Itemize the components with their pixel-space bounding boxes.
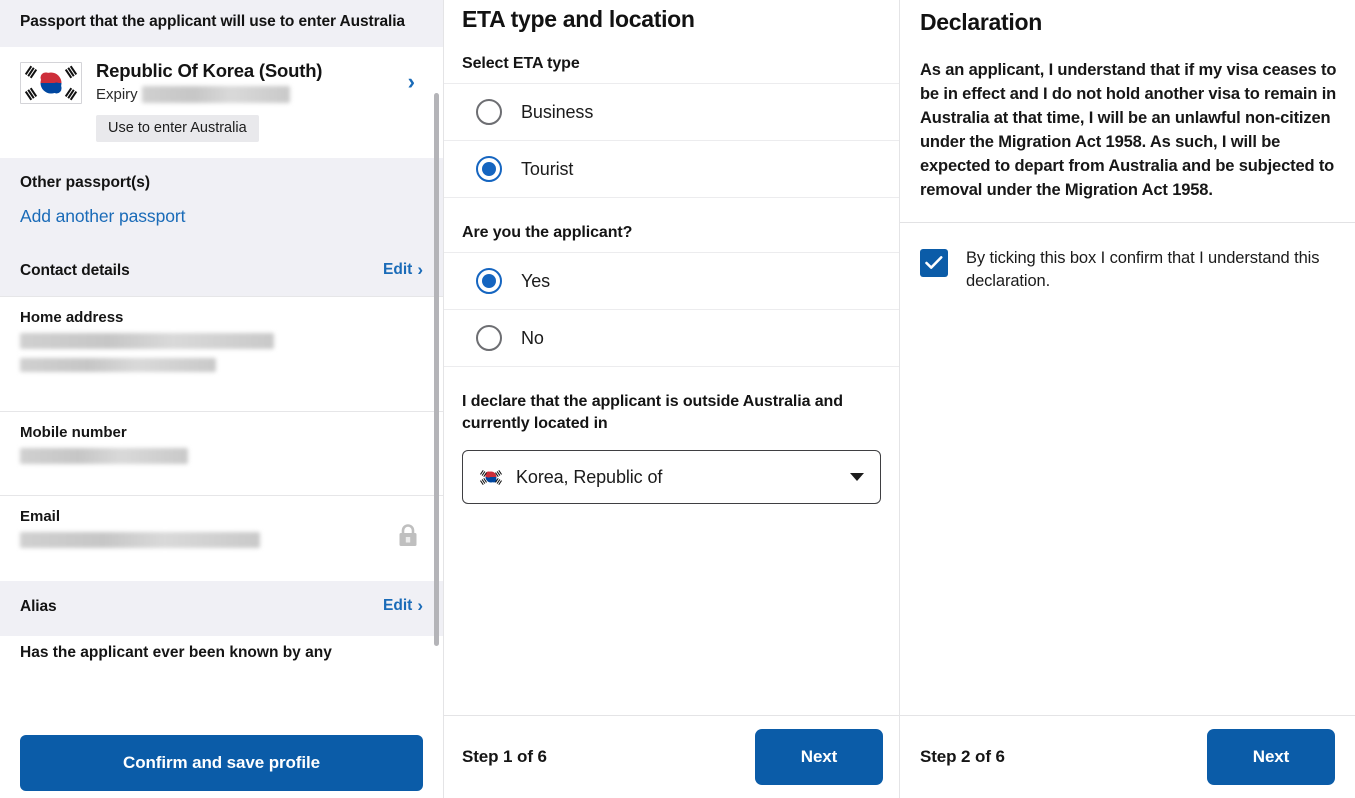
location-select[interactable]: Korea, Republic of [462,450,881,505]
add-another-passport-link[interactable]: Add another passport [20,206,185,226]
radio-label: Yes [521,270,551,291]
passport-country-label: Republic Of Korea (South) [96,59,323,81]
passport-expiry-label: Expiry [96,86,138,104]
alias-heading: Alias [20,597,57,615]
confirm-and-save-profile-button[interactable]: Confirm and save profile [20,734,423,791]
declaration-footer: Step 2 of 6 Next [900,715,1355,798]
korea-flag-icon [479,468,503,486]
radio-option-business[interactable]: Business [444,84,899,141]
check-icon [925,256,943,270]
field-home-address: Home address [0,295,443,411]
radio-option-tourist[interactable]: Tourist [444,141,899,198]
lock-icon [397,524,419,553]
passport-row[interactable]: Republic Of Korea (South) Expiry › [0,46,443,113]
eta-type-radio-group: Business Tourist [444,83,899,198]
eta-step-indicator: Step 1 of 6 [462,747,547,766]
field-mobile-number: Mobile number [0,410,443,495]
location-declaration-label: I declare that the applicant is outside … [462,393,843,432]
location-select-wrapper: Korea, Republic of [444,444,899,505]
applicant-radio-group: Yes No [444,252,899,367]
alias-header: Alias Edit › [0,580,443,636]
field-label: Home address [20,308,124,326]
chevron-right-icon[interactable]: › [408,70,415,93]
alias-edit-button[interactable]: Edit › [383,597,423,615]
declaration-page-title: Declaration [920,9,1042,35]
radio-icon[interactable] [476,325,502,351]
eta-next-button[interactable]: Next [755,729,883,785]
radio-icon-selected[interactable] [476,156,502,182]
profile-panel: Passport that the applicant will use to … [0,0,443,798]
declaration-panel: Declaration As an applicant, I understan… [899,0,1355,798]
alias-question-clipped: Has the applicant ever been known by any [0,635,443,676]
declaration-next-button[interactable]: Next [1207,729,1335,785]
add-passport-row[interactable]: Add another passport [0,193,443,249]
other-passports-header: Other passport(s) [0,157,443,194]
declaration-body-text: As an applicant, I understand that if my… [900,36,1355,224]
alias-question-text: Has the applicant ever been known by any [20,643,332,661]
declaration-checkbox-label: By ticking this box I confirm that I und… [966,249,1320,291]
alias-edit-label: Edit [383,596,413,614]
radio-label: Business [521,101,594,122]
three-pane-screenshot: Passport that the applicant will use to … [0,0,1355,798]
field-label: Email [20,507,61,525]
field-label: Mobile number [20,423,127,441]
radio-label: Tourist [521,158,574,179]
redacted-value [20,447,188,464]
declaration-step-indicator: Step 2 of 6 [920,747,1005,766]
passport-expiry-redacted-value [141,86,290,104]
declaration-panel-body: Declaration As an applicant, I understan… [900,0,1355,715]
contact-details-edit-label: Edit [383,260,413,278]
declaration-checkbox-row[interactable]: By ticking this box I confirm that I und… [900,223,1355,293]
chevron-right-icon: › [417,596,423,616]
profile-scrollbar[interactable] [434,93,439,646]
location-select-value: Korea, Republic of [516,466,663,487]
select-eta-type-label: Select ETA type [462,55,580,72]
chevron-right-icon: › [417,260,423,280]
radio-label: No [521,327,544,348]
use-to-enter-badge: Use to enter Australia [96,114,259,142]
chevron-down-icon[interactable] [850,473,864,482]
contact-details-header: Contact details Edit › [0,248,443,296]
use-badge-container: Use to enter Australia [0,112,443,158]
other-passports-heading: Other passport(s) [20,173,151,191]
eta-footer: Step 1 of 6 Next [444,715,899,798]
passport-section-heading: Passport that the applicant will use to … [20,13,405,30]
applicant-question-label: Are you the applicant? [462,224,633,241]
radio-icon[interactable] [476,99,502,125]
field-email: Email [0,494,443,581]
profile-scroll-area[interactable]: Passport that the applicant will use to … [0,0,443,727]
contact-details-edit-button[interactable]: Edit › [383,261,423,279]
redacted-value [20,531,260,548]
declaration-checkbox-checked[interactable] [920,249,948,278]
eta-type-panel: ETA type and location Select ETA type Bu… [443,0,899,798]
eta-page-title: ETA type and location [462,6,695,32]
redacted-value [20,357,216,372]
redacted-value [20,332,274,349]
korea-flag-icon [20,61,82,104]
contact-details-heading: Contact details [20,261,130,279]
radio-option-yes[interactable]: Yes [444,253,899,310]
eta-panel-body: ETA type and location Select ETA type Bu… [444,0,899,715]
radio-option-no[interactable]: No [444,310,899,367]
profile-footer: Confirm and save profile [0,727,443,798]
passport-section-header: Passport that the applicant will use to … [0,0,443,47]
radio-icon-selected[interactable] [476,268,502,294]
